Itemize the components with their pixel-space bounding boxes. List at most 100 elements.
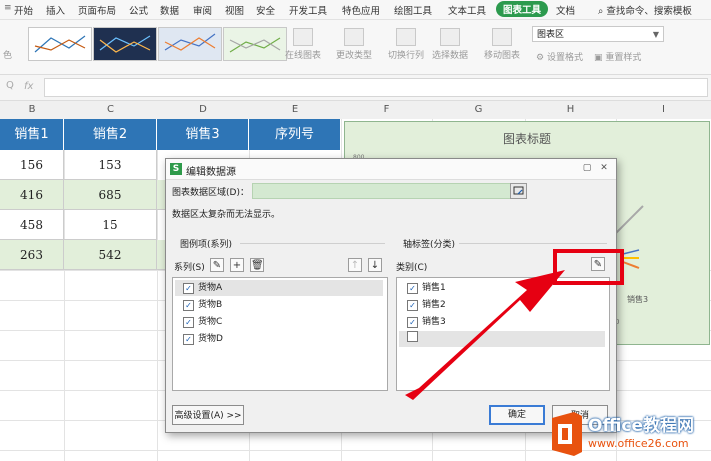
select-data-icon [440,28,460,46]
column-header-b[interactable]: B [0,104,64,115]
edit-series-button[interactable]: ✎ [210,258,224,272]
advanced-settings-button[interactable]: 高级设置(A) >> [172,405,244,425]
dialog-title-bar[interactable]: S 编辑数据源 ▢ ✕ [166,159,616,180]
tab-chart-tools[interactable]: 图表工具 [496,1,549,17]
series-item[interactable]: ✓ 货物A [175,280,383,296]
change-type-button[interactable]: 更改类型 [336,28,372,61]
cell-b6[interactable]: 263 [0,240,64,270]
header-cell-sales1[interactable]: 销售1 [0,119,64,150]
tab-text-tools[interactable]: 文本工具 [448,3,486,17]
series-item[interactable]: ✓ 货物C [175,314,222,330]
tab-document[interactable]: 文档 [556,3,575,17]
ok-button[interactable]: 确定 [489,405,545,425]
select-data-button[interactable]: 选择数据 [432,28,468,61]
tab-home[interactable]: 开始 [14,3,33,17]
tab-drawing-tools[interactable]: 绘图工具 [394,3,432,17]
close-icon[interactable]: ✕ [597,162,611,175]
tab-insert[interactable]: 插入 [46,3,65,17]
cell-c4[interactable]: 685 [64,180,157,210]
series-item[interactable]: ✓ 货物D [175,331,223,347]
tab-view[interactable]: 视图 [225,3,244,17]
chart-style-2[interactable] [93,27,157,61]
tab-special-apps[interactable]: 特色应用 [342,3,380,17]
range-input[interactable] [252,183,512,199]
axis-group-title: 轴标签(分类) [403,240,456,250]
checkbox-checked-icon[interactable]: ✓ [183,300,194,311]
search-label: 查找命令、搜索模板 [606,6,692,17]
chart-element-select-value: 图表区 [537,30,565,40]
series-item[interactable]: ✓ 货物B [175,297,222,313]
chart-title[interactable]: 图表标题 [345,130,709,147]
group-divider [459,243,607,244]
format-settings-button[interactable]: ⚙ 设置格式 [536,50,583,63]
zoom-icon[interactable]: Q [6,80,14,91]
delete-series-button[interactable]: 🗑 [250,258,264,272]
chart-style-3[interactable] [158,27,222,61]
tab-page-layout[interactable]: 页面布局 [78,3,116,17]
checkbox-checked-icon[interactable]: ✓ [183,317,194,328]
watermark-url: www.office26.com [588,437,689,450]
move-chart-button[interactable]: 移动图表 [484,28,520,61]
reset-style-button[interactable]: ▣ 重置样式 [594,50,641,63]
cell-b4[interactable]: 416 [0,180,64,210]
checkbox-checked-icon[interactable]: ✓ [183,283,194,294]
switch-row-col-label: 切换行列 [388,51,425,61]
tab-formula[interactable]: 公式 [129,3,148,17]
ribbon-panel: 色 在线图表 更改类型 切换行列 选择数据 移动图表 图表区 ▼ ⚙ 设置格式 … [0,20,711,75]
column-header-c[interactable]: C [64,104,157,115]
header-cell-serial[interactable]: 序列号 [249,119,341,150]
office-logo-icon [552,412,582,456]
command-search[interactable]: ⌕ 查找命令、搜索模板 [598,3,692,17]
tab-data[interactable]: 数据 [160,3,179,17]
cell-c6[interactable]: 542 [64,240,157,270]
column-header-i[interactable]: I [616,104,711,115]
cell-b5[interactable]: 458 [0,210,64,240]
cell-b3[interactable]: 156 [0,150,64,180]
series-item-label: 货物A [198,283,223,293]
online-chart-icon [293,28,313,46]
column-header-g[interactable]: G [432,104,525,115]
minimize-icon[interactable]: ▢ [580,162,594,175]
series-item-label: 货物B [198,300,223,310]
fx-icon[interactable]: fx [24,81,33,92]
switch-row-col-button[interactable]: 切换行列 [388,28,424,61]
chart-style-4[interactable] [223,27,287,61]
change-type-label: 更改类型 [336,51,373,61]
reset-icon: ▣ [594,53,603,63]
chart-style-4-preview [229,37,281,53]
column-header-d[interactable]: D [157,104,249,115]
column-header-h[interactable]: H [525,104,616,115]
column-header-e[interactable]: E [249,104,341,115]
group-divider [240,243,385,244]
chart-style-1[interactable] [28,27,92,61]
range-picker-button[interactable] [510,183,527,199]
chart-element-select[interactable]: 图表区 ▼ [532,26,664,42]
tab-security[interactable]: 安全 [256,3,275,17]
tab-review[interactable]: 审阅 [193,3,212,17]
tab-developer[interactable]: 开发工具 [289,3,327,17]
cell-c3[interactable]: 153 [64,150,157,180]
series-list[interactable]: ✓ 货物A ✓ 货物B ✓ 货物C ✓ 货物D [172,277,388,391]
pencil-icon: ✎ [212,260,222,271]
add-series-button[interactable]: + [230,258,244,272]
online-chart-button[interactable]: 在线图表 [285,28,321,61]
dialog-title: 编辑数据源 [186,167,236,178]
formula-input[interactable] [44,78,708,97]
trash-icon: 🗑 [251,260,264,271]
checkbox-checked-icon[interactable]: ✓ [183,334,194,345]
arrow-up-icon: ↑ [350,260,360,271]
move-chart-label: 移动图表 [484,51,521,61]
move-up-button[interactable]: ↑ [348,258,362,272]
header-cell-sales2[interactable]: 销售2 [64,119,157,150]
range-label: 图表数据区域(D)： [172,188,249,198]
chart-style-2-preview [99,35,151,53]
column-header-f[interactable]: F [341,104,432,115]
formula-bar: Q fx [0,75,711,101]
series-item-label: 货物C [198,317,223,327]
cell-c5[interactable]: 15 [64,210,157,240]
move-down-button[interactable]: ↓ [368,258,382,272]
menu-icon[interactable]: ≡ [4,3,12,13]
header-cell-sales3[interactable]: 销售3 [157,119,249,150]
column-header-row: B C D E F G H I [0,101,711,120]
color-dropdown-label[interactable]: 色 [3,48,12,61]
